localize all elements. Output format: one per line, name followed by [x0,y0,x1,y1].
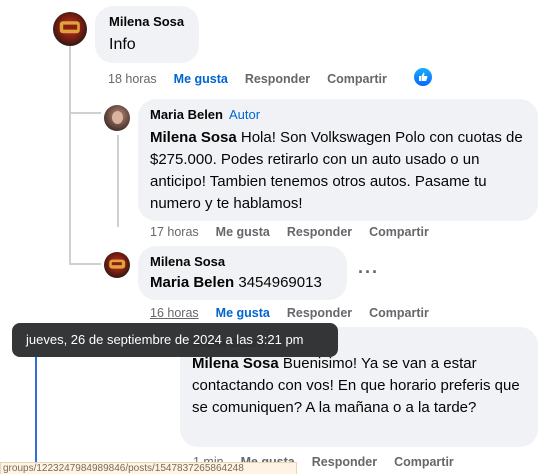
comment-bubble-1: Milena Sosa Info [95,6,199,63]
focus-indicator-bar [35,357,37,462]
thread-line-branch-1 [69,95,71,113]
comment-meta-1: 18 horas Me gusta Responder Compartir [108,72,404,86]
mention-link[interactable]: Milena Sosa [150,129,237,146]
like-button[interactable]: Me gusta [174,72,228,86]
comment-text: Maria Belen 3454969013 [150,272,335,294]
share-button[interactable]: Compartir [369,306,429,320]
comment-author[interactable]: Milena Sosa [150,254,335,270]
comment-bubble-2: Maria Belen Autor Milena Sosa Hola! Son V… [138,99,538,221]
comment-author[interactable]: Milena Sosa [109,14,185,30]
comment-text: Info [109,36,136,53]
thread-line-connector-1 [71,112,101,114]
reply-button[interactable]: Responder [245,72,310,86]
author-badge: Autor [228,107,261,122]
timestamp[interactable]: 17 horas [150,225,199,239]
comment-author[interactable]: Maria Belen [150,107,223,122]
comment-bubble-3: Milena Sosa Maria Belen 3454969013 [138,246,347,300]
mention-link[interactable]: Maria Belen [150,274,234,291]
reply-button[interactable]: Responder [287,306,352,320]
thread-line-connector-2 [71,263,101,265]
thread-line-sub [117,135,119,227]
share-button[interactable]: Compartir [369,225,429,239]
comment-meta-2: 17 horas Me gusta Responder Compartir [150,225,446,239]
share-button[interactable]: Compartir [327,72,387,86]
thumbs-up-icon[interactable] [414,68,432,86]
more-options-icon[interactable]: ··· [358,262,379,283]
mention-link[interactable]: Milena Sosa [192,355,279,372]
reply-button[interactable]: Responder [287,225,352,239]
timestamp-tooltip: jueves, 26 de septiembre de 2024 a las 3… [12,323,338,357]
avatar-milena-sosa[interactable] [53,12,87,46]
like-button[interactable]: Me gusta [216,225,270,239]
comment-text: Milena Sosa Buenisimo! Ya se van a estar… [192,353,526,419]
avatar-maria-belen[interactable] [104,105,130,131]
status-bar-url: groups/1223247984989846/posts/1547837265… [0,462,297,474]
comment-text: Milena Sosa Hola! Son Volkswagen Polo co… [150,127,526,215]
reply-button[interactable]: Responder [312,455,377,469]
timestamp[interactable]: 16 horas [150,306,199,320]
comment-meta-3: 16 horas Me gusta Responder Compartir [150,306,446,320]
share-button[interactable]: Compartir [394,455,454,469]
avatar-milena-sosa[interactable] [104,252,130,278]
like-button[interactable]: Me gusta [216,306,270,320]
comment-body: 3454969013 [238,274,322,291]
thread-line-main [69,45,71,265]
timestamp[interactable]: 18 horas [108,72,157,86]
